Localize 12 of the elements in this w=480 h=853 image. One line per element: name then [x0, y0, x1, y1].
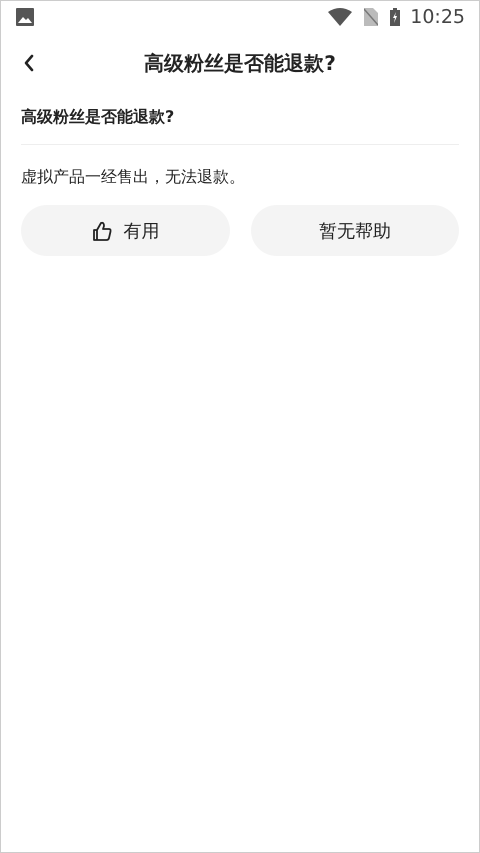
back-icon[interactable] [23, 53, 35, 73]
helpful-button[interactable]: 有用 [21, 205, 230, 256]
not-helpful-button[interactable]: 暂无帮助 [250, 205, 459, 256]
battery-icon [390, 8, 400, 26]
question-title: 高级粉丝是否能退款? [21, 106, 176, 128]
page-title: 高级粉丝是否能退款? [144, 50, 336, 76]
clock-time: 10:25 [410, 6, 465, 28]
no-sim-icon [364, 8, 378, 26]
answer-text: 虚拟产品一经售出，无法退款。 [21, 166, 246, 188]
thumbs-up-icon [91, 220, 114, 242]
wifi-icon [328, 8, 352, 26]
image-icon [16, 8, 34, 26]
